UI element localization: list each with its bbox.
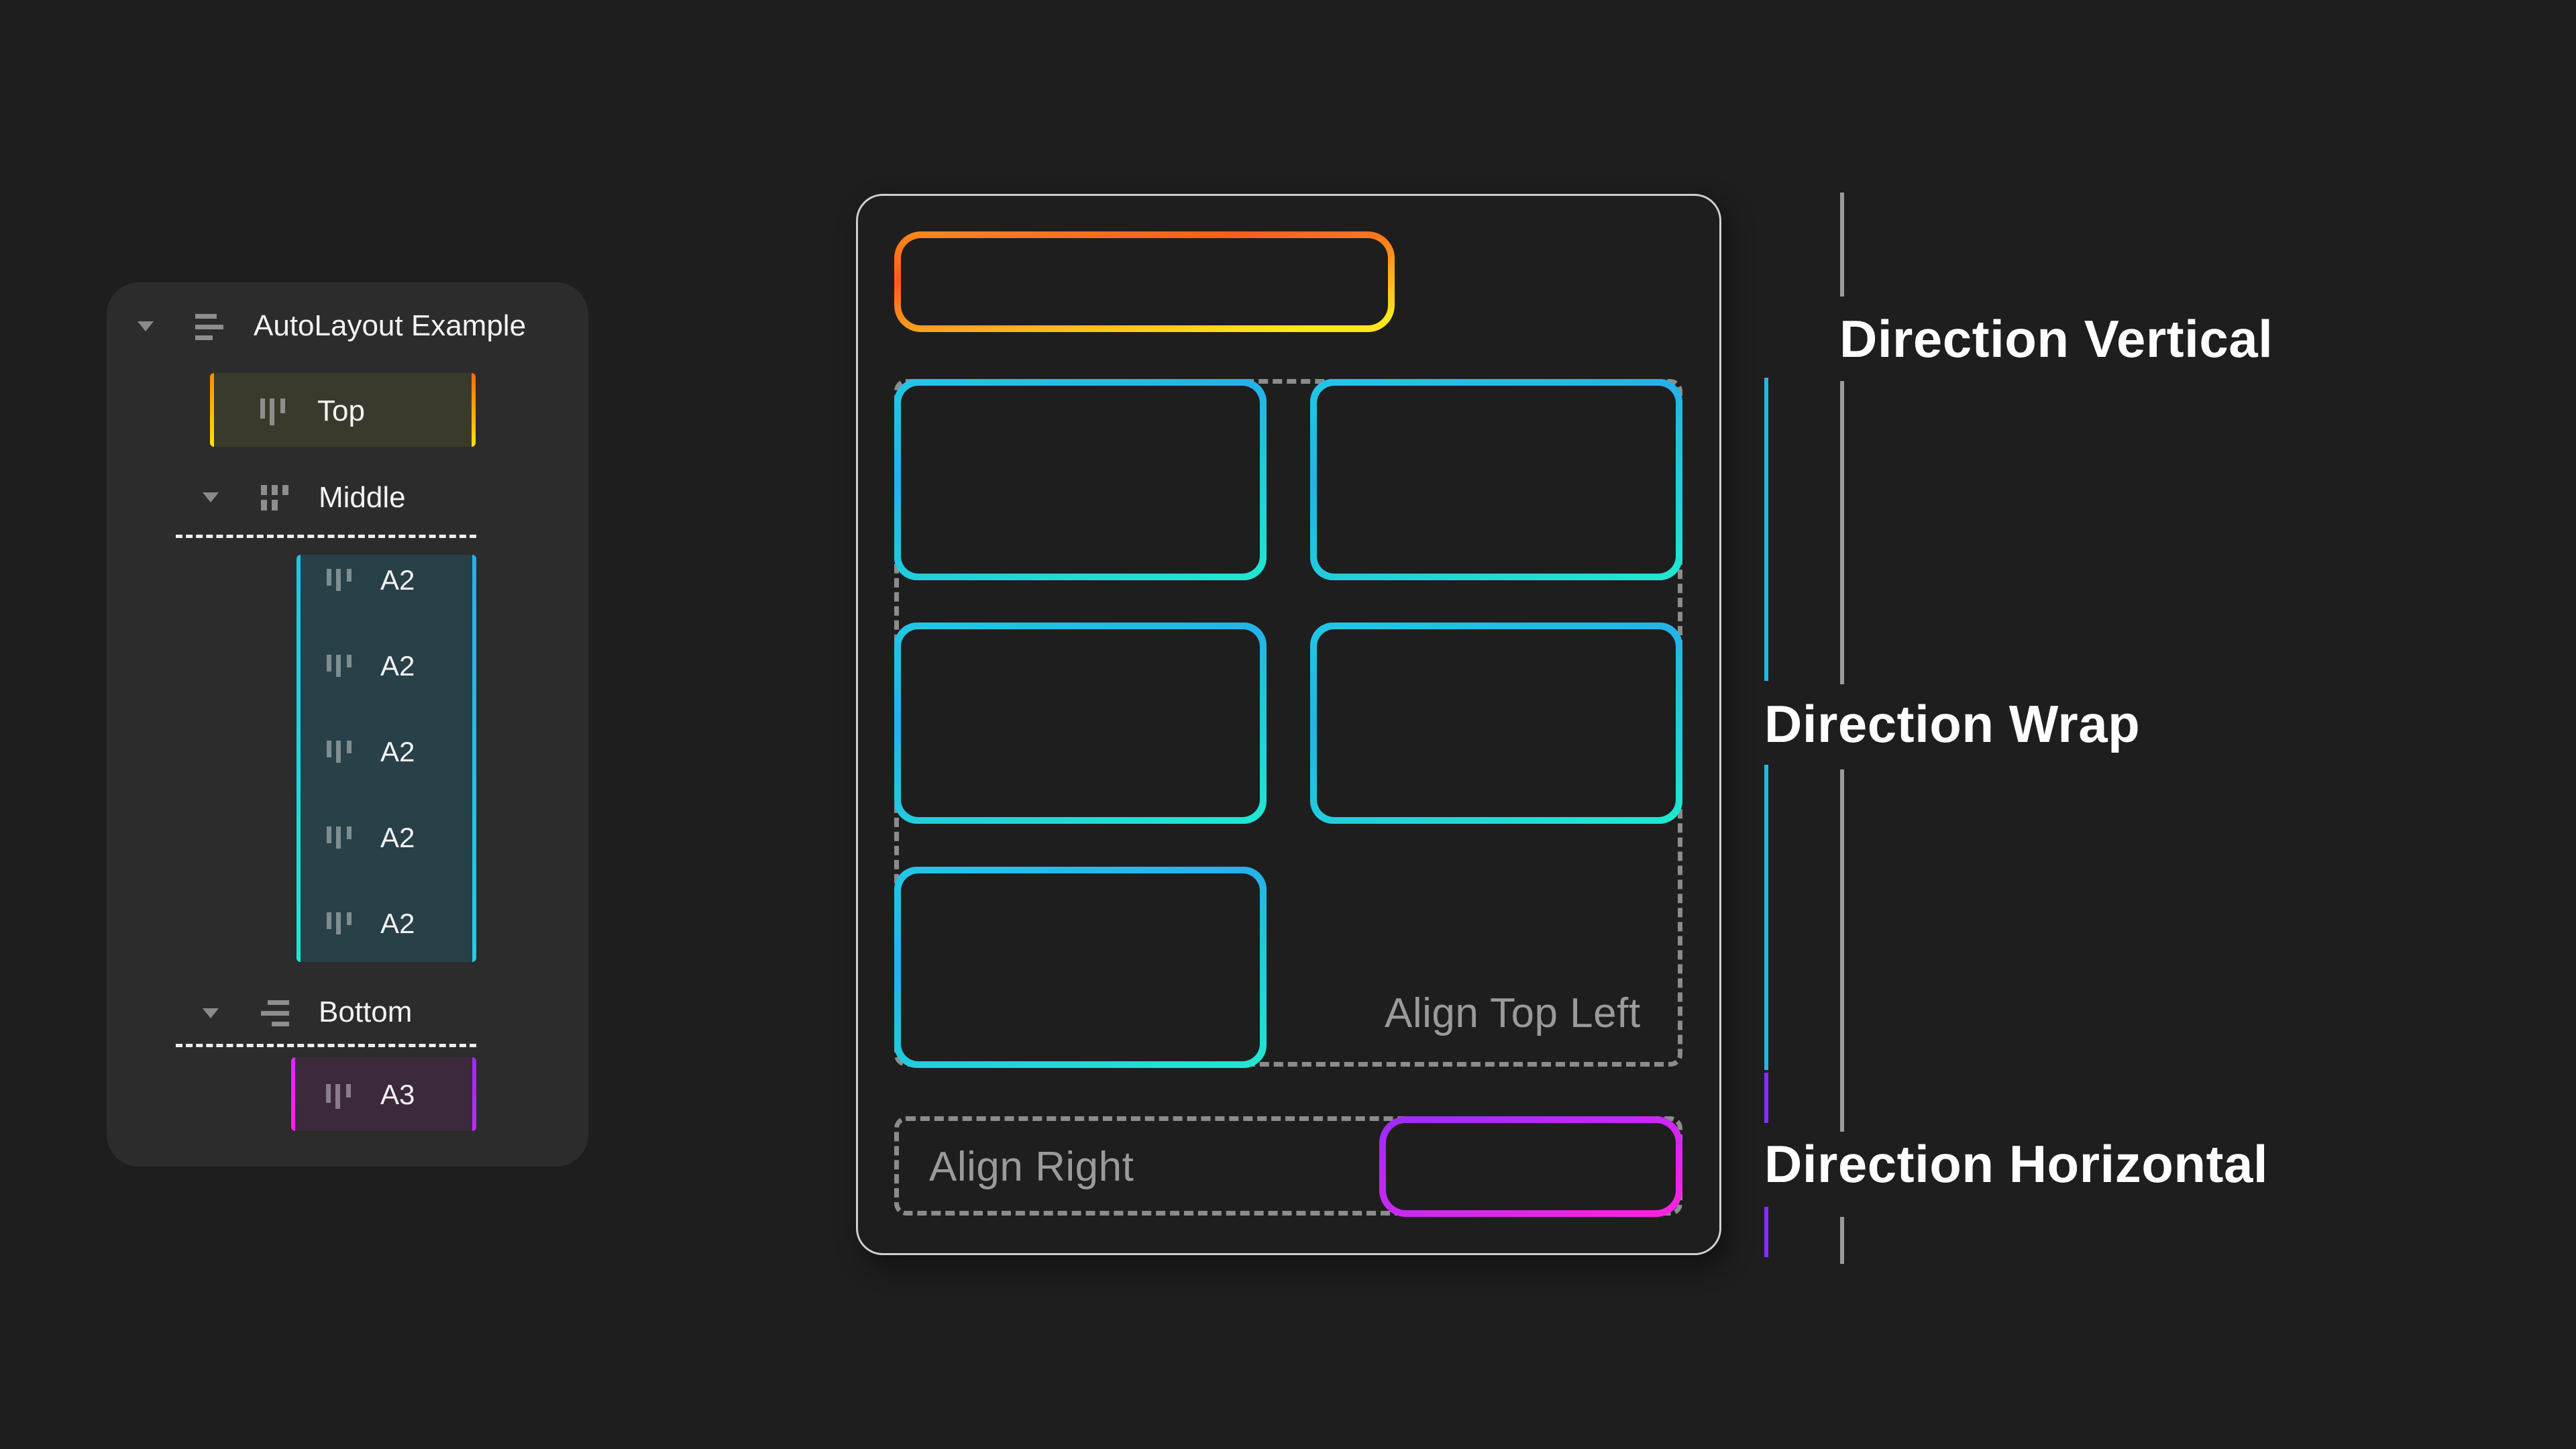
layer-row-top[interactable]: Top: [210, 373, 476, 447]
drop-indicator: [176, 1044, 476, 1047]
layer-row-a2[interactable]: A2: [297, 898, 476, 962]
wrap-item[interactable]: [894, 379, 1267, 580]
drop-indicator: [176, 535, 476, 538]
layer-label: A2: [380, 564, 415, 596]
accent-edge: [291, 1057, 295, 1131]
columns-icon: [327, 912, 354, 936]
middle-children-group: A2 A2 A2 A2 A2: [297, 555, 476, 962]
grid-wrap-icon: [261, 485, 290, 512]
layer-label: AutoLayout Example: [254, 309, 527, 342]
accent-edge: [210, 373, 214, 447]
layers-panel: AutoLayout Example Top Middle A2 A2 A2 A…: [107, 282, 588, 1167]
layer-row-a2[interactable]: A2: [297, 555, 476, 636]
horizontal-guide-line: [1764, 1207, 1768, 1257]
wrap-item[interactable]: [1310, 379, 1682, 580]
direction-vertical-label: Direction Vertical: [1839, 309, 2273, 368]
align-right-hint: Align Right: [929, 1144, 1134, 1190]
caret-down-icon[interactable]: [138, 321, 154, 331]
vertical-guide-line: [1840, 769, 1844, 1132]
wrap-guide-line: [1764, 378, 1768, 681]
vertical-guide-line: [1840, 1217, 1844, 1264]
columns-icon: [327, 569, 354, 593]
layer-row-a3[interactable]: A3: [291, 1057, 476, 1131]
layer-label: Top: [317, 394, 365, 427]
wrap-guide-line: [1764, 765, 1768, 1070]
columns-icon: [326, 1084, 353, 1109]
caret-down-icon[interactable]: [203, 492, 219, 502]
columns-icon: [260, 398, 287, 425]
vertical-guide-line: [1840, 381, 1844, 684]
columns-icon: [327, 826, 354, 851]
align-left-lines-icon: [195, 313, 223, 341]
layer-label: A2: [380, 822, 415, 853]
caret-down-icon[interactable]: [203, 1008, 219, 1018]
direction-wrap-label: Direction Wrap: [1764, 694, 2141, 753]
layer-label: Middle: [319, 481, 406, 514]
horizontal-guide-line: [1764, 1073, 1768, 1123]
top-item[interactable]: [894, 231, 1395, 332]
accent-edge: [472, 373, 476, 447]
align-right-lines-icon: [261, 999, 289, 1027]
vertical-guide-line: [1840, 193, 1844, 297]
layer-row-a2[interactable]: A2: [297, 812, 476, 894]
layer-label: Bottom: [319, 996, 413, 1028]
columns-icon: [327, 655, 354, 679]
layer-row-a2[interactable]: A2: [297, 727, 476, 808]
bottom-item[interactable]: [1379, 1116, 1682, 1217]
layer-label: A2: [380, 736, 415, 767]
direction-horizontal-label: Direction Horizontal: [1764, 1134, 2269, 1193]
accent-edge: [472, 1057, 476, 1131]
layer-row-a2[interactable]: A2: [297, 641, 476, 722]
align-top-left-hint: Align Top Left: [1385, 990, 1641, 1036]
wrap-item[interactable]: [1310, 623, 1682, 824]
layer-label: A2: [380, 908, 415, 939]
layer-label: A2: [380, 650, 415, 682]
wrap-item[interactable]: [894, 867, 1267, 1068]
layer-label: A3: [380, 1079, 415, 1110]
columns-icon: [327, 741, 354, 765]
wrap-item[interactable]: [894, 623, 1267, 824]
